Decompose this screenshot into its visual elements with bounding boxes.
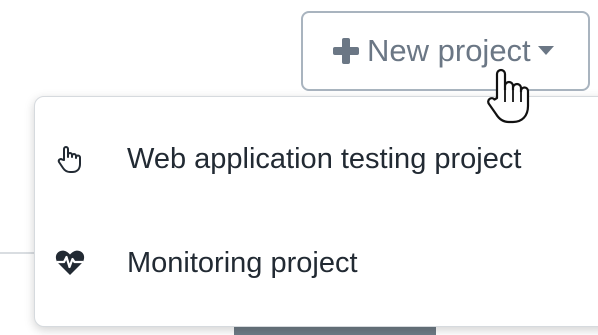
menu-item-monitoring-project[interactable]: Monitoring project [35, 223, 598, 303]
pointer-hand-icon [57, 146, 81, 173]
menu-item-web-application-testing-project[interactable]: Web application testing project [35, 119, 598, 199]
new-project-label: New project [367, 33, 531, 68]
menu-item-label: Web application testing project [127, 142, 522, 175]
new-project-dropdown-menu: Web application testing project Monitori… [34, 96, 598, 327]
new-project-button[interactable]: New project [301, 11, 590, 91]
heartbeat-icon [55, 250, 85, 275]
menu-item-label: Monitoring project [127, 246, 358, 279]
plus-icon [333, 38, 359, 64]
caret-down-icon [537, 46, 554, 55]
